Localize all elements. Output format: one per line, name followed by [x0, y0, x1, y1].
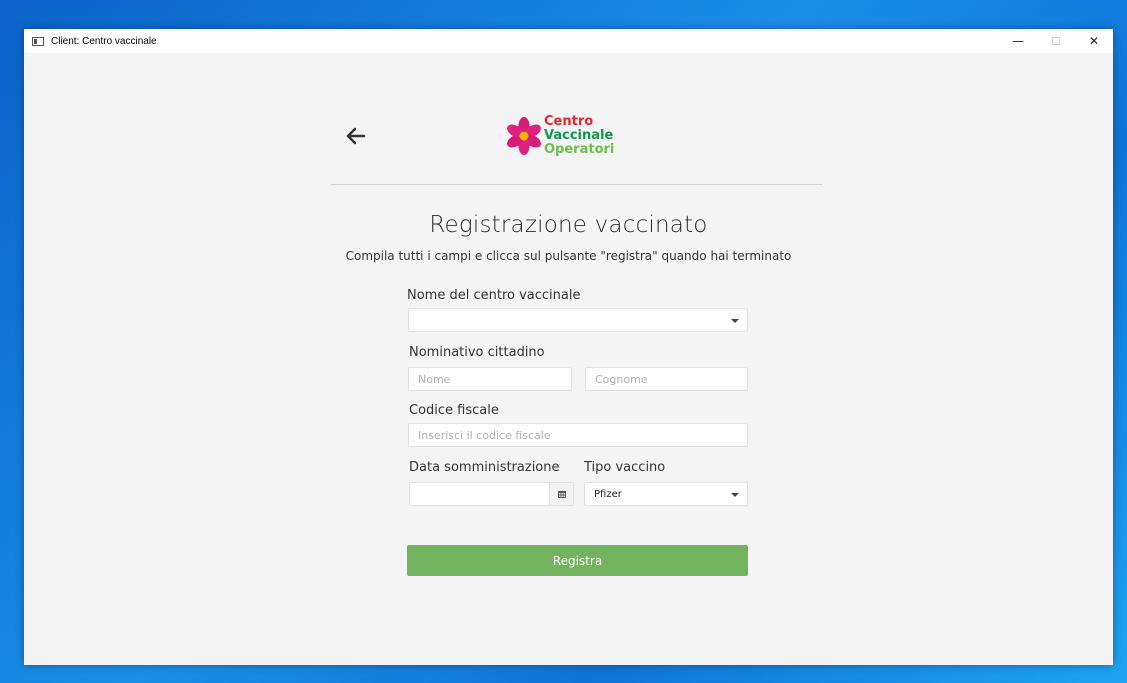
nome-field[interactable]	[408, 367, 572, 391]
logo: Centro Vaccinale Operatori	[507, 115, 614, 157]
tipo-label: Tipo vaccino	[584, 460, 666, 475]
codice-fiscale-label: Codice fiscale	[409, 403, 499, 418]
close-button[interactable]: ✕	[1075, 29, 1113, 53]
back-button[interactable]	[344, 124, 368, 148]
back-arrow-icon	[346, 127, 366, 145]
page-subtitle: Compila tutti i campi e clicca sul pulsa…	[345, 249, 792, 263]
codice-fiscale-input[interactable]	[418, 428, 747, 442]
title-bar: Client: Centro vaccinale — ☐ ✕	[24, 29, 1113, 53]
maximize-icon: ☐	[1051, 34, 1061, 48]
maximize-button[interactable]: ☐	[1037, 29, 1075, 53]
calendar-icon	[557, 490, 566, 498]
nome-input[interactable]	[418, 372, 571, 386]
data-label: Data somministrazione	[409, 460, 560, 475]
cognome-input[interactable]	[595, 372, 747, 386]
centro-label: Nome del centro vaccinale	[407, 288, 581, 303]
page-title: Registrazione vaccinato	[429, 212, 708, 238]
tipo-vaccino-select[interactable]: Pfizer	[584, 482, 748, 506]
logo-line-2: Vaccinale	[544, 128, 614, 143]
minimize-icon: —	[1012, 34, 1024, 48]
data-picker[interactable]	[409, 482, 574, 506]
tipo-vaccino-value: Pfizer	[594, 488, 622, 500]
centro-select[interactable]	[408, 308, 748, 332]
flower-logo-icon	[507, 117, 541, 155]
app-window: Client: Centro vaccinale — ☐ ✕ Centro Va…	[24, 29, 1113, 665]
chevron-down-icon	[731, 319, 739, 323]
calendar-button[interactable]	[549, 483, 573, 505]
logo-text: Centro Vaccinale Operatori	[544, 115, 614, 157]
logo-line-3: Operatori	[544, 142, 615, 157]
chevron-down-icon	[731, 493, 739, 497]
close-icon: ✕	[1088, 34, 1100, 48]
cognome-field[interactable]	[585, 367, 748, 391]
codice-fiscale-field[interactable]	[408, 423, 748, 447]
window-title: Client: Centro vaccinale	[51, 35, 157, 47]
nominativo-label: Nominativo cittadino	[409, 345, 545, 360]
registra-button[interactable]: Registra	[407, 545, 748, 576]
header-divider	[331, 184, 823, 185]
minimize-button[interactable]: —	[999, 29, 1037, 53]
logo-line-1: Centro	[544, 114, 594, 129]
app-window-icon	[32, 36, 44, 46]
window-controls: — ☐ ✕	[999, 29, 1113, 53]
